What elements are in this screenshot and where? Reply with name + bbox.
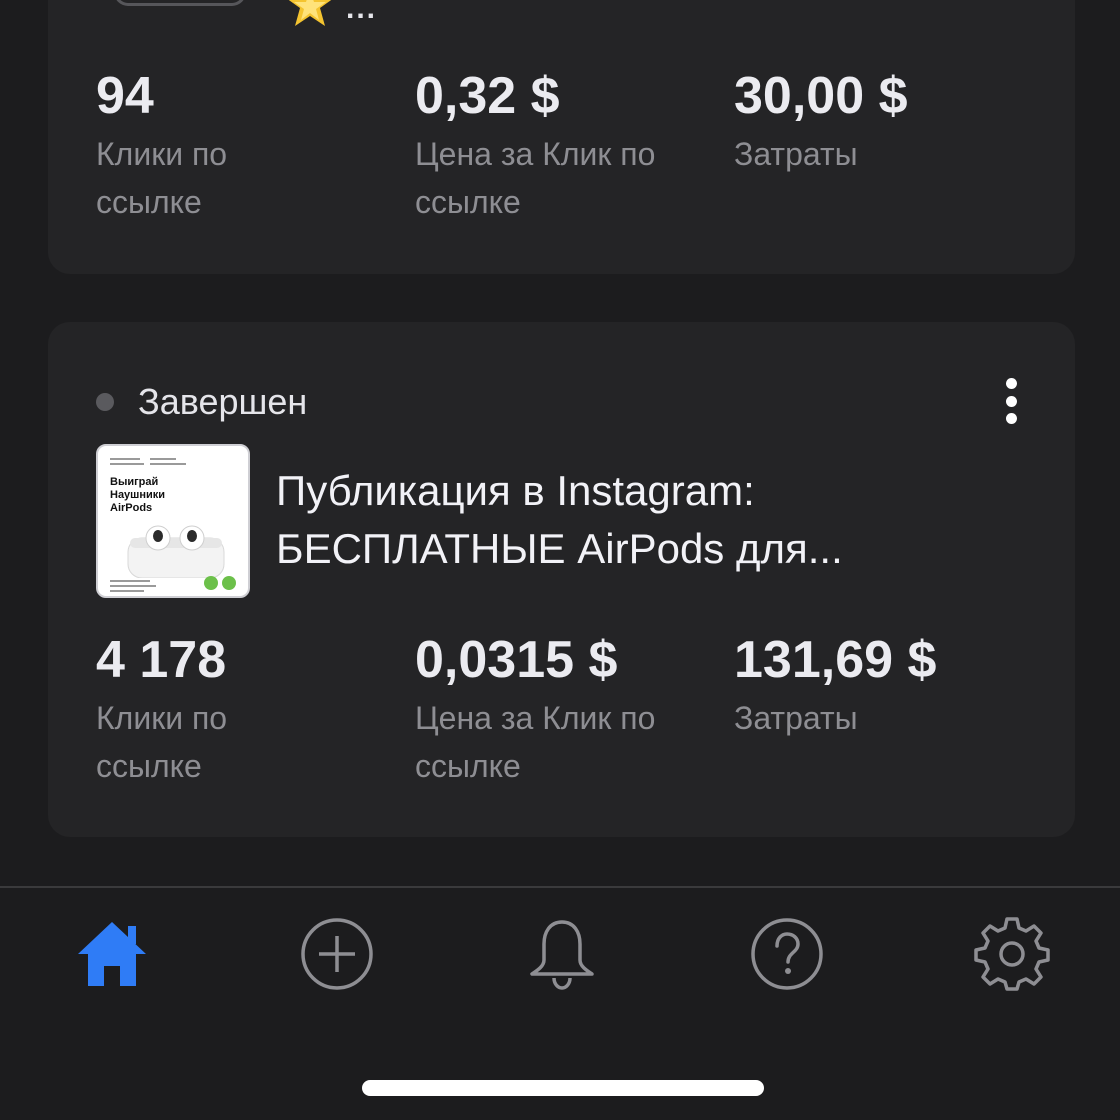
- status-badge: [114, 0, 246, 6]
- metric-cost-per-click: 0,32 $ Цена за Клик по ссылке: [415, 66, 715, 226]
- post-thumbnail[interactable]: Выиграй Наушники AirPods: [96, 444, 250, 598]
- tab-notifications[interactable]: [524, 916, 600, 992]
- badge-icon: [222, 576, 236, 590]
- question-circle-icon: [751, 918, 823, 990]
- home-indicator[interactable]: [362, 1080, 764, 1096]
- app-screen: ... 94 Клики по ссылке 0,32 $ Цена за Кл…: [0, 0, 1120, 1120]
- metric-spend: 30,00 $ Затраты: [734, 66, 1034, 178]
- metric-label: Цена за Клик по ссылке: [415, 136, 656, 220]
- plus-circle-icon: [301, 918, 373, 990]
- tab-settings[interactable]: [974, 916, 1050, 992]
- metric-label: Затраты: [734, 136, 858, 172]
- thumbnail-headline: Выиграй Наушники AirPods: [110, 476, 166, 514]
- metric-value: 30,00 $: [734, 67, 908, 125]
- tab-home[interactable]: [74, 916, 150, 992]
- campaign-card[interactable]: Завершен Выиграй Наушники AirPods Публик…: [48, 322, 1075, 837]
- metric-value: 94: [96, 67, 154, 125]
- gear-icon: [974, 917, 1050, 991]
- metric-label: Затраты: [734, 700, 858, 736]
- star-emoji-icon: [288, 0, 332, 26]
- metric-value: 4 178: [96, 631, 227, 689]
- status-dot-icon: [96, 393, 114, 411]
- more-options-icon[interactable]: [999, 378, 1023, 424]
- post-title[interactable]: Публикация в Instagram: БЕСПЛАТНЫЕ AirPo…: [276, 462, 976, 578]
- truncated-title-ellipsis: ...: [346, 0, 378, 25]
- status-text: Завершен: [138, 381, 308, 422]
- tab-help[interactable]: [749, 916, 825, 992]
- status-indicator: Завершен: [96, 381, 308, 422]
- home-icon: [78, 922, 146, 986]
- bell-icon: [530, 920, 594, 990]
- metric-value: 0,32 $: [415, 67, 560, 125]
- metric-label: Клики по ссылке: [96, 136, 228, 220]
- badge-icon: [204, 576, 218, 590]
- metric-cost-per-click: 0,0315 $ Цена за Клик по ссылке: [415, 630, 715, 790]
- metric-spend: 131,69 $ Затраты: [734, 630, 1034, 742]
- metric-value: 0,0315 $: [415, 631, 618, 689]
- metric-link-clicks: 4 178 Клики по ссылке: [96, 630, 316, 790]
- metric-label: Клики по ссылке: [96, 700, 228, 784]
- metric-link-clicks: 94 Клики по ссылке: [96, 66, 316, 226]
- tab-create[interactable]: [299, 916, 375, 992]
- metric-label: Цена за Клик по ссылке: [415, 700, 656, 784]
- airpods-case-image: [127, 525, 225, 578]
- metric-value: 131,69 $: [734, 631, 937, 689]
- campaign-card-previous[interactable]: ... 94 Клики по ссылке 0,32 $ Цена за Кл…: [48, 0, 1075, 274]
